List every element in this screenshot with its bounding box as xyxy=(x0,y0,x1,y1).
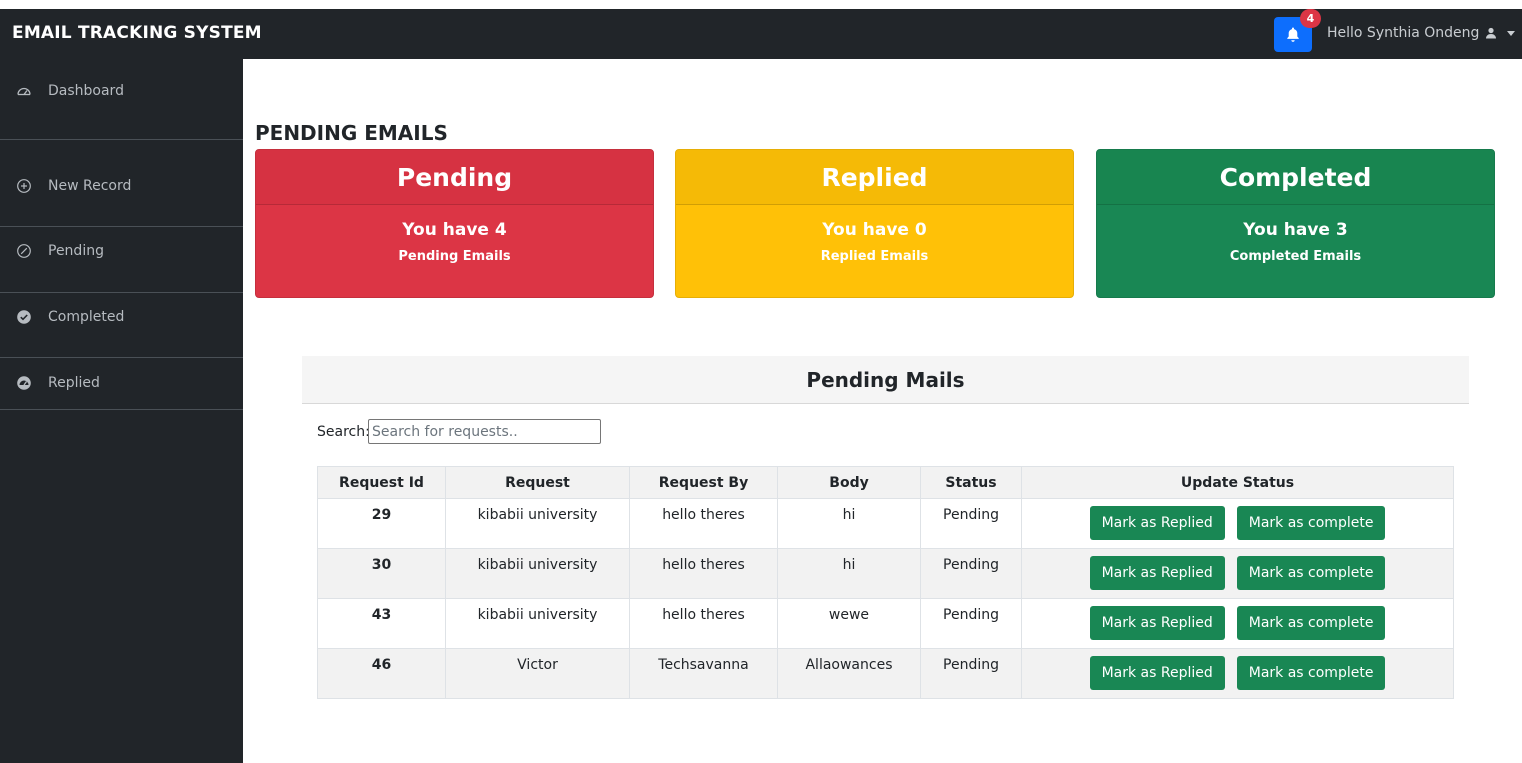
slash-circle-icon xyxy=(16,243,32,259)
sidebar-item-dashboard[interactable]: Dashboard xyxy=(0,81,243,101)
cell-request-id: 29 xyxy=(317,498,446,549)
sidebar-item-label: Pending xyxy=(48,243,104,259)
card-caption: Replied Emails xyxy=(820,249,929,264)
cell-status: Pending xyxy=(920,548,1022,599)
chevron-down-icon xyxy=(1507,30,1516,36)
mark-as-replied-button[interactable]: Mark as Replied xyxy=(1089,556,1225,590)
cell-update-status: Mark as Replied Mark as complete xyxy=(1021,598,1454,649)
sidebar: Dashboard New Record Pending Completed R… xyxy=(0,59,243,763)
mark-as-complete-button[interactable]: Mark as complete xyxy=(1236,656,1386,690)
mark-as-complete-button[interactable]: Mark as complete xyxy=(1236,606,1386,640)
cell-request-by: Techsavanna xyxy=(629,648,778,699)
check-circle-icon xyxy=(16,309,32,325)
cell-body: hi xyxy=(777,548,921,599)
pending-summary-card[interactable]: Pending You have 4 Pending Emails xyxy=(255,149,654,298)
sidebar-item-label: Completed xyxy=(48,309,125,325)
column-header-status[interactable]: Status xyxy=(920,466,1022,499)
column-header-update-status[interactable]: Update Status xyxy=(1021,466,1454,499)
plus-circle-icon xyxy=(16,178,32,194)
sidebar-item-label: New Record xyxy=(48,178,132,194)
search-input[interactable] xyxy=(368,419,601,444)
user-icon xyxy=(1486,27,1497,39)
sidebar-item-replied[interactable]: Replied xyxy=(0,373,243,393)
notification-count-badge: 4 xyxy=(1300,9,1321,28)
cell-status: Pending xyxy=(920,648,1022,699)
cell-status: Pending xyxy=(920,498,1022,549)
page-title: PENDING EMAILS xyxy=(255,121,448,145)
sidebar-item-completed[interactable]: Completed xyxy=(0,307,243,327)
cell-body: wewe xyxy=(777,598,921,649)
cell-request: kibabii university xyxy=(445,548,630,599)
sidebar-divider xyxy=(0,409,243,410)
search-label: Search: xyxy=(317,424,370,440)
cell-request: kibabii university xyxy=(445,598,630,649)
card-caption: Completed Emails xyxy=(1229,249,1362,264)
sidebar-divider xyxy=(0,139,243,140)
replied-summary-card[interactable]: Replied You have 0 Replied Emails xyxy=(675,149,1074,298)
cell-request: kibabii university xyxy=(445,498,630,549)
cell-request-id: 30 xyxy=(317,548,446,599)
column-header-request[interactable]: Request xyxy=(445,466,630,499)
table-row: 46 Victor Techsavanna Allaowances Pendin… xyxy=(317,648,1454,699)
card-title: Completed xyxy=(1097,150,1494,205)
cell-request-id: 43 xyxy=(317,598,446,649)
top-strip xyxy=(0,0,1522,9)
top-navbar: EMAIL TRACKING SYSTEM 4 Hello Synthia On… xyxy=(0,9,1522,59)
sidebar-item-pending[interactable]: Pending xyxy=(0,241,243,261)
mark-as-replied-button[interactable]: Mark as Replied xyxy=(1089,606,1225,640)
bell-icon xyxy=(1287,27,1299,42)
cell-request-id: 46 xyxy=(317,648,446,699)
card-count-text: You have 3 xyxy=(1243,220,1348,240)
card-caption: Pending Emails xyxy=(398,249,511,264)
sidebar-divider xyxy=(0,226,243,227)
pending-mails-panel: Pending Mails Search: Request Id Request… xyxy=(302,356,1469,756)
cell-update-status: Mark as Replied Mark as complete xyxy=(1021,548,1454,599)
user-menu-dropdown[interactable]: Hello Synthia Ondeng xyxy=(1327,25,1516,41)
speedometer-icon xyxy=(16,375,32,391)
card-title: Replied xyxy=(676,150,1073,205)
card-count-text: You have 0 xyxy=(822,220,927,240)
mark-as-replied-button[interactable]: Mark as Replied xyxy=(1089,656,1225,690)
column-header-body[interactable]: Body xyxy=(777,466,921,499)
user-greeting: Hello Synthia Ondeng xyxy=(1327,25,1480,41)
pending-mails-table: Request Id Request Request By Body Statu… xyxy=(317,466,1454,699)
cell-request-by: hello theres xyxy=(629,498,778,549)
mark-as-complete-button[interactable]: Mark as complete xyxy=(1236,506,1386,540)
cell-status: Pending xyxy=(920,598,1022,649)
mark-as-replied-button[interactable]: Mark as Replied xyxy=(1089,506,1225,540)
table-header-row: Request Id Request Request By Body Statu… xyxy=(317,466,1454,499)
cell-request-by: hello theres xyxy=(629,598,778,649)
panel-title: Pending Mails xyxy=(302,356,1469,404)
sidebar-divider xyxy=(0,357,243,358)
completed-summary-card[interactable]: Completed You have 3 Completed Emails xyxy=(1096,149,1495,298)
cell-request: Victor xyxy=(445,648,630,699)
cell-update-status: Mark as Replied Mark as complete xyxy=(1021,498,1454,549)
table-row: 29 kibabii university hello theres hi Pe… xyxy=(317,498,1454,549)
sidebar-item-label: Dashboard xyxy=(48,83,124,99)
column-header-request-by[interactable]: Request By xyxy=(629,466,778,499)
dashboard-icon xyxy=(16,83,32,99)
table-row: 43 kibabii university hello theres wewe … xyxy=(317,598,1454,649)
mark-as-complete-button[interactable]: Mark as complete xyxy=(1236,556,1386,590)
sidebar-item-new-record[interactable]: New Record xyxy=(0,176,243,196)
sidebar-divider xyxy=(0,292,243,293)
card-title: Pending xyxy=(256,150,653,205)
table-row: 30 kibabii university hello theres hi Pe… xyxy=(317,548,1454,599)
brand-title[interactable]: EMAIL TRACKING SYSTEM xyxy=(12,23,262,43)
cell-request-by: hello theres xyxy=(629,548,778,599)
sidebar-item-label: Replied xyxy=(48,375,100,391)
cell-body: Allaowances xyxy=(777,648,921,699)
cell-update-status: Mark as Replied Mark as complete xyxy=(1021,648,1454,699)
column-header-request-id[interactable]: Request Id xyxy=(317,466,446,499)
cell-body: hi xyxy=(777,498,921,549)
card-count-text: You have 4 xyxy=(402,220,507,240)
